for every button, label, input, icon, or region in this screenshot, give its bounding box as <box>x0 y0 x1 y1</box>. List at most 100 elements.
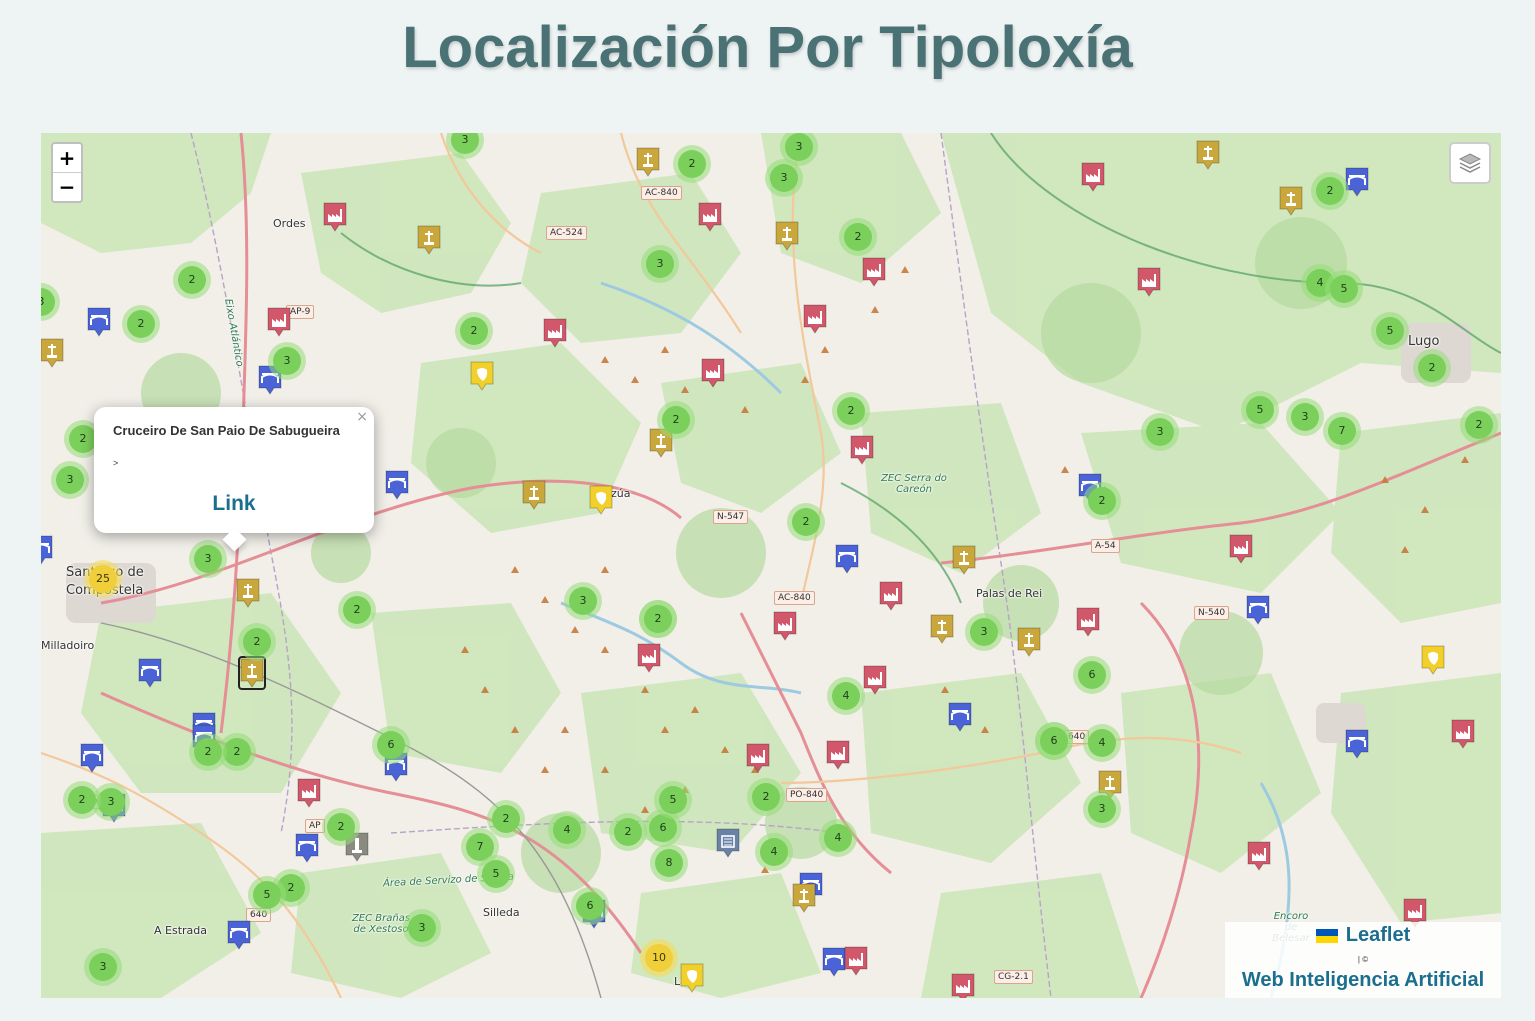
marker-cluster[interactable]: 4 <box>755 833 793 871</box>
marker-cluster[interactable]: 3 <box>189 540 227 578</box>
cluster-count: 3 <box>56 466 84 494</box>
marker-cluster[interactable]: 5 <box>248 876 286 914</box>
attribution-separator: | © <box>1357 955 1369 964</box>
cluster-count: 3 <box>646 250 674 278</box>
marker-cluster[interactable]: 3 <box>446 133 484 159</box>
marker-cluster[interactable]: 2 <box>173 261 211 299</box>
marker-cluster[interactable]: 4 <box>548 811 586 849</box>
cluster-count: 3 <box>89 953 117 981</box>
page-title: Localización Por Tipoloxía <box>402 15 1133 80</box>
zoom-in-button[interactable]: + <box>53 144 81 172</box>
marker-cluster[interactable]: 2 <box>189 733 227 771</box>
marker-cluster[interactable]: 6 <box>372 726 410 764</box>
marker-cluster[interactable]: 2 <box>487 800 525 838</box>
popup-text: > <box>113 458 119 468</box>
map-container[interactable]: OrdesLugoSantiago deCompostelaMilladoiro… <box>41 133 1501 998</box>
marker-cluster[interactable]: 3 <box>403 909 441 947</box>
marker-cluster[interactable]: 4 <box>1083 724 1121 762</box>
marker-cluster[interactable]: 2 <box>63 781 101 819</box>
marker-cluster[interactable]: 2 <box>455 312 493 350</box>
marker-cluster[interactable]: 3 <box>965 613 1003 651</box>
marker-cluster[interactable]: 2 <box>322 808 360 846</box>
cluster-count: 2 <box>127 310 155 338</box>
cluster-count: 3 <box>1291 403 1319 431</box>
marker-cluster[interactable]: 5 <box>1371 312 1409 350</box>
marker-cluster[interactable]: 3 <box>1141 413 1179 451</box>
marker-cluster[interactable]: 2 <box>639 600 677 638</box>
marker-cluster[interactable]: 3 <box>641 245 679 283</box>
cluster-count: 6 <box>377 731 405 759</box>
marker-cluster[interactable]: 2 <box>787 503 825 541</box>
marker-cluster[interactable]: 2 <box>238 623 276 661</box>
cluster-count: 2 <box>644 605 672 633</box>
cluster-count: 4 <box>760 838 788 866</box>
cluster-count: 2 <box>223 738 251 766</box>
cluster-count: 3 <box>41 288 55 316</box>
cluster-count: 3 <box>97 788 125 816</box>
marker-cluster[interactable]: 4 <box>819 819 857 857</box>
cluster-count: 2 <box>844 223 872 251</box>
cluster-count: 2 <box>1316 177 1344 205</box>
cluster-count: 2 <box>194 738 222 766</box>
marker-cluster[interactable]: 2 <box>832 392 870 430</box>
marker-cluster[interactable]: 2 <box>1083 482 1121 520</box>
marker-cluster[interactable]: 2 <box>673 145 711 183</box>
marker-cluster[interactable]: 3 <box>84 948 122 986</box>
marker-cluster[interactable]: 2 <box>1413 349 1451 387</box>
popup-link[interactable]: Link <box>94 492 374 516</box>
marker-cluster[interactable]: 3 <box>1286 398 1324 436</box>
cluster-count: 5 <box>1330 275 1358 303</box>
cluster-count: 2 <box>792 508 820 536</box>
cluster-count: 2 <box>178 266 206 294</box>
marker-cluster[interactable]: 2 <box>1311 172 1349 210</box>
marker-cluster[interactable]: 5 <box>477 855 515 893</box>
cluster-count: 2 <box>1418 354 1446 382</box>
cluster-count: 2 <box>460 317 488 345</box>
marker-cluster[interactable]: 4 <box>827 677 865 715</box>
cluster-count: 4 <box>1088 729 1116 757</box>
cluster-count: 6 <box>1040 727 1068 755</box>
cluster-count: 2 <box>243 628 271 656</box>
marker-cluster[interactable]: 3 <box>564 582 602 620</box>
marker-cluster[interactable]: 6 <box>1035 722 1073 760</box>
marker-cluster[interactable]: 3 <box>51 461 89 499</box>
cluster-count: 3 <box>970 618 998 646</box>
marker-cluster[interactable]: 25 <box>84 560 122 598</box>
marker-cluster[interactable]: 7 <box>1323 412 1361 450</box>
cluster-count: 4 <box>824 824 852 852</box>
marker-cluster[interactable]: 2 <box>609 813 647 851</box>
marker-cluster[interactable]: 2 <box>657 401 695 439</box>
marker-cluster[interactable]: 3 <box>1083 790 1121 828</box>
cluster-count: 2 <box>327 813 355 841</box>
marker-cluster[interactable]: 5 <box>1241 391 1279 429</box>
marker-cluster[interactable]: 5 <box>654 781 692 819</box>
zoom-out-button[interactable]: − <box>53 172 81 201</box>
clusters-layer: 3233232232245525372322232232323466422323… <box>41 133 1501 998</box>
marker-cluster[interactable]: 2 <box>839 218 877 256</box>
marker-cluster[interactable]: 3 <box>780 133 818 166</box>
marker-cluster[interactable]: 3 <box>268 342 306 380</box>
marker-cluster[interactable]: 8 <box>650 844 688 882</box>
cluster-count: 2 <box>343 596 371 624</box>
marker-cluster[interactable]: 2 <box>122 305 160 343</box>
cluster-count: 5 <box>482 860 510 888</box>
leaflet-link[interactable]: Leaflet <box>1225 924 1501 947</box>
marker-cluster[interactable]: 2 <box>338 591 376 629</box>
marker-cluster[interactable]: 2 <box>1460 406 1498 444</box>
cluster-count: 3 <box>451 133 479 154</box>
marker-cluster[interactable]: 6 <box>571 887 609 925</box>
cluster-count: 25 <box>89 565 117 593</box>
cluster-count: 6 <box>576 892 604 920</box>
popup-close-button[interactable]: × <box>356 409 368 425</box>
marker-cluster[interactable]: 10 <box>640 939 678 977</box>
layers-control-button[interactable] <box>1449 142 1491 184</box>
marker-cluster[interactable]: 6 <box>1073 656 1111 694</box>
cluster-count: 2 <box>837 397 865 425</box>
marker-cluster[interactable]: 5 <box>1325 270 1363 308</box>
marker-cluster[interactable]: 3 <box>41 283 60 321</box>
marker-cluster[interactable]: 2 <box>747 778 785 816</box>
cluster-count: 2 <box>662 406 690 434</box>
zoom-control: + − <box>51 142 83 203</box>
cluster-count: 8 <box>655 849 683 877</box>
web-ia-link[interactable]: Web Inteligencia Artificial <box>1225 969 1501 992</box>
